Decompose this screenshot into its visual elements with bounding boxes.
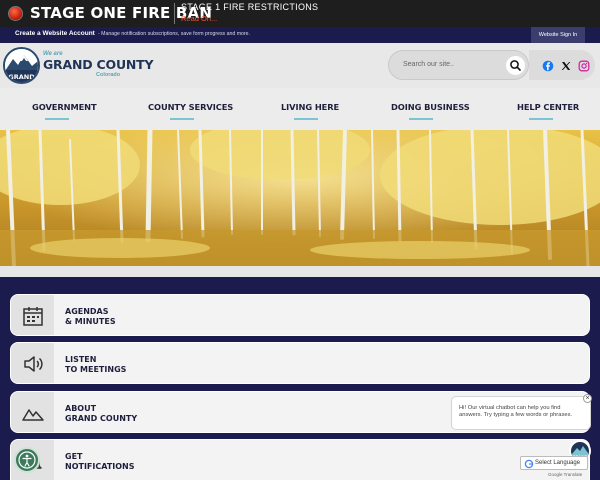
quicklink-get-notifications[interactable]: GET NOTIFICATIONS — [10, 439, 590, 480]
alert-bar: STAGE ONE FIRE BAN STAGE 1 FIRE RESTRICT… — [0, 0, 600, 27]
accessibility-button[interactable] — [14, 447, 40, 473]
nav-underline — [170, 118, 194, 120]
logo-county-name[interactable]: GRAND COUNTY — [43, 57, 154, 72]
alert-message: STAGE 1 FIRE RESTRICTIONS — [181, 2, 319, 12]
facebook-icon[interactable] — [542, 59, 554, 72]
mountain-icon — [22, 409, 44, 421]
speaker-icon — [24, 356, 43, 372]
nav-living-here[interactable]: LIVING HERE — [281, 102, 339, 112]
quicklink-label-line1: AGENDAS — [65, 307, 109, 316]
language-select-label: Select Language — [535, 460, 581, 466]
main-navigation: GOVERNMENT COUNTY SERVICES LIVING HERE D… — [0, 88, 600, 130]
alert-status-icon — [8, 6, 23, 21]
calendar-icon — [23, 307, 43, 326]
accessibility-icon — [18, 451, 36, 469]
nav-doing-business[interactable]: DOING BUSINESS — [391, 102, 470, 112]
language-select[interactable]: Select Language — [520, 456, 588, 470]
quicklink-label: ABOUT GRAND COUNTY — [65, 404, 225, 424]
google-icon — [524, 459, 534, 469]
quicklink-icon-box — [11, 295, 54, 335]
nav-help-center[interactable]: HELP CENTER — [517, 102, 579, 112]
quicklink-label-line2: NOTIFICATIONS — [65, 462, 135, 471]
chatbot-message: Hi! Our virtual chatbot can help you fin… — [459, 405, 573, 418]
account-bar: Create a Website Account - Manage notifi… — [0, 27, 600, 43]
powered-by-google: Google Translate — [548, 472, 583, 477]
search-icon — [510, 60, 521, 71]
site-header: GRAND We are GRAND COUNTY Colorado Searc… — [0, 43, 600, 88]
account-description: - Manage notification subscriptions, sav… — [98, 31, 250, 37]
x-icon[interactable] — [560, 59, 572, 71]
quicklink-label-line1: LISTEN — [65, 355, 97, 364]
quicklink-label-line2: TO MEETINGS — [65, 365, 127, 374]
nav-underline — [294, 118, 318, 120]
chatbot-close-button[interactable]: × — [583, 394, 592, 403]
quicklink-label-line2: GRAND COUNTY — [65, 414, 138, 423]
quicklink-label-line1: GET — [65, 452, 83, 461]
quicklink-label: LISTEN TO MEETINGS — [65, 355, 225, 375]
alert-divider — [174, 3, 175, 24]
quicklink-icon-box — [11, 392, 54, 432]
nav-underline — [409, 118, 433, 120]
quicklink-label-line1: ABOUT — [65, 404, 97, 413]
social-links — [529, 50, 595, 80]
nav-underline — [45, 118, 69, 120]
quicklink-label: GET NOTIFICATIONS — [65, 452, 225, 472]
quicklink-agendas-minutes[interactable]: AGENDAS & MINUTES — [10, 294, 590, 336]
quicklink-icon-box — [11, 343, 54, 383]
create-account-link[interactable]: Create a Website Account — [15, 30, 95, 37]
chatbot-bubble[interactable]: Hi! Our virtual chatbot can help you fin… — [451, 396, 591, 430]
quicklink-label: AGENDAS & MINUTES — [65, 307, 225, 327]
hero-banner-image — [0, 130, 600, 266]
nav-government[interactable]: GOVERNMENT — [32, 102, 97, 112]
logo-badge-text: GRAND — [8, 73, 35, 81]
alert-read-on-link[interactable]: Read On... — [181, 14, 217, 23]
quicklink-label-line2: & MINUTES — [65, 317, 116, 326]
search-input[interactable]: Search our site.. — [403, 61, 454, 68]
nav-underline — [529, 118, 553, 120]
quicklink-listen-meetings[interactable]: LISTEN TO MEETINGS — [10, 342, 590, 384]
banner-bottom-divider — [0, 266, 600, 277]
sign-in-button[interactable]: Website Sign In — [531, 27, 585, 43]
search-button[interactable] — [506, 56, 525, 75]
logo-state: Colorado — [96, 72, 121, 78]
site-search[interactable]: Search our site.. — [388, 50, 529, 80]
nav-county-services[interactable]: COUNTY SERVICES — [148, 102, 233, 112]
county-logo-badge[interactable]: GRAND — [3, 47, 40, 84]
instagram-icon[interactable] — [578, 59, 590, 72]
